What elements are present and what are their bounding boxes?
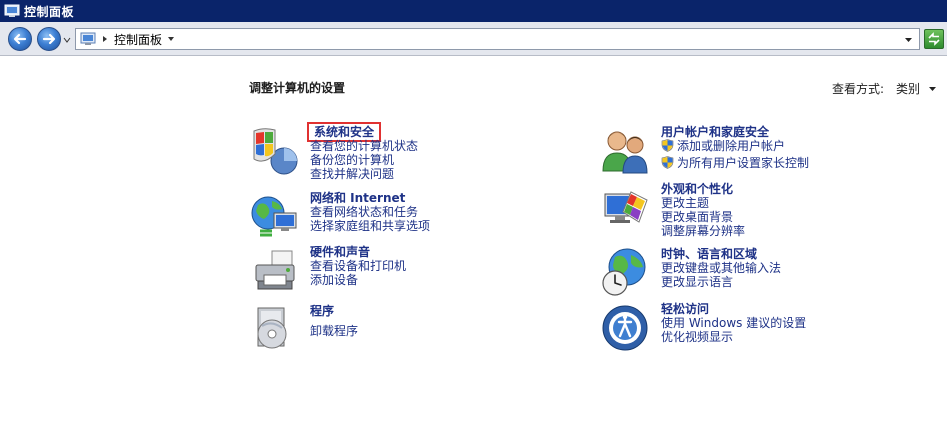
category-body: 外观和个性化 更改主题 更改桌面背景 调整屏幕分辨率 xyxy=(661,182,947,238)
task-link[interactable]: 查看网络状态和任务 xyxy=(310,205,610,219)
category-title-link[interactable]: 时钟、语言和区域 xyxy=(661,247,757,261)
arrow-left-icon xyxy=(13,33,27,45)
view-by-value[interactable]: 类别 xyxy=(896,80,920,97)
arrow-right-icon xyxy=(42,33,56,45)
appearance-monitor-icon xyxy=(604,191,648,223)
category-title-link[interactable]: 轻松访问 xyxy=(661,302,709,316)
breadcrumb-control-panel[interactable]: 控制面板 xyxy=(114,31,162,48)
users-icon xyxy=(602,131,648,174)
forward-button[interactable] xyxy=(37,27,61,51)
task-link[interactable]: 添加设备 xyxy=(310,273,610,287)
category-body: 网络和 Internet 查看网络状态和任务 选择家庭组和共享选项 xyxy=(310,191,610,233)
category-title-link[interactable]: 网络和 Internet xyxy=(310,191,405,205)
task-link[interactable]: 选择家庭组和共享选项 xyxy=(310,219,610,233)
network-globe-icon xyxy=(251,196,297,237)
address-bar[interactable]: 控制面板 xyxy=(75,28,920,50)
control-panel-home: 调整计算机的设置 查看方式: 类别 系统和安全 查看您的计算机状态 备份您的计算… xyxy=(0,57,947,434)
task-link[interactable]: 更改主题 xyxy=(661,196,947,210)
printer-icon xyxy=(255,250,295,290)
category-body: 时钟、语言和区域 更改键盘或其他输入法 更改显示语言 xyxy=(661,247,947,289)
category-body: 系统和安全 查看您的计算机状态 备份您的计算机 查找并解决问题 xyxy=(306,122,610,181)
breadcrumb-chevron-down-icon[interactable] xyxy=(167,35,175,43)
shield-icon xyxy=(253,128,298,175)
control-panel-icon xyxy=(80,32,96,45)
task-link[interactable]: 查找并解决问题 xyxy=(310,167,610,181)
category-title-link[interactable]: 程序 xyxy=(310,304,334,318)
task-link-label: 为所有用户设置家长控制 xyxy=(677,156,810,170)
task-link[interactable]: 备份您的计算机 xyxy=(310,153,610,167)
recent-pages-chevron-down-icon[interactable] xyxy=(63,36,71,44)
category-title-link[interactable]: 外观和个性化 xyxy=(661,182,733,196)
refresh-icon xyxy=(928,32,940,46)
category-body: 轻松访问 使用 Windows 建议的设置 优化视频显示 xyxy=(661,302,947,344)
category-body: 程序 卸载程序 xyxy=(310,304,610,338)
control-panel-icon xyxy=(4,4,20,17)
task-link[interactable]: 更改显示语言 xyxy=(661,275,947,289)
uac-shield-icon xyxy=(661,139,674,152)
task-link[interactable]: 为所有用户设置家长控制 xyxy=(661,156,947,170)
view-by-label: 查看方式: xyxy=(832,82,885,96)
task-link[interactable]: 使用 Windows 建议的设置 xyxy=(661,316,947,330)
task-link-label: 添加或删除用户帐户 xyxy=(677,139,786,153)
clock-globe-icon xyxy=(602,248,646,296)
task-link[interactable]: 调整屏幕分辨率 xyxy=(661,224,947,238)
chevron-down-icon[interactable] xyxy=(928,84,937,93)
breadcrumb-separator-icon[interactable] xyxy=(101,35,109,43)
task-link[interactable]: 更改桌面背景 xyxy=(661,210,947,224)
uac-shield-icon xyxy=(661,156,674,169)
task-link[interactable]: 优化视频显示 xyxy=(661,330,947,344)
category-title-link[interactable]: 用户帐户和家庭安全 xyxy=(661,125,769,139)
category-body: 用户帐户和家庭安全 添加或删除用户帐户 为所有用户设置家长控制 xyxy=(661,125,947,170)
category-body: 硬件和声音 查看设备和打印机 添加设备 xyxy=(310,245,610,287)
navigation-toolbar: 控制面板 xyxy=(0,22,947,56)
ease-of-access-icon xyxy=(602,305,648,351)
view-by-selector[interactable]: 查看方式: 类别 xyxy=(832,80,937,97)
category-title-link[interactable]: 系统和安全 xyxy=(306,122,382,142)
task-link[interactable]: 添加或删除用户帐户 xyxy=(661,139,947,153)
window-title: 控制面板 xyxy=(24,4,75,19)
task-link[interactable]: 更改键盘或其他输入法 xyxy=(661,261,947,275)
category-title-link[interactable]: 硬件和声音 xyxy=(310,245,370,259)
page-title: 调整计算机的设置 xyxy=(249,81,346,95)
programs-disc-icon xyxy=(257,307,287,349)
back-button[interactable] xyxy=(8,27,32,51)
task-link[interactable]: 卸载程序 xyxy=(310,324,610,338)
title-bar: 控制面板 xyxy=(0,0,947,22)
address-history-chevron-down-icon[interactable] xyxy=(904,35,913,44)
refresh-button[interactable] xyxy=(924,29,944,49)
task-link[interactable]: 查看您的计算机状态 xyxy=(310,139,610,153)
task-link[interactable]: 查看设备和打印机 xyxy=(310,259,610,273)
